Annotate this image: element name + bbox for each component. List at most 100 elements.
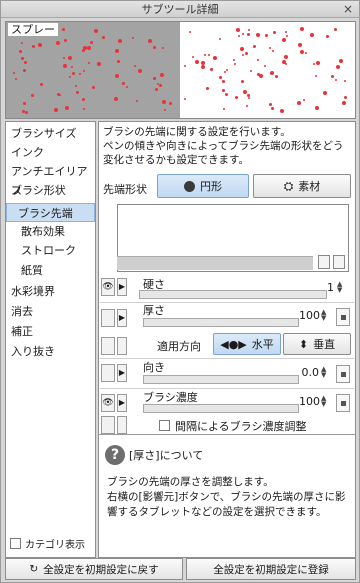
help-title: [厚さ]について: [129, 449, 204, 462]
spray-dot: [32, 45, 36, 49]
spray-dot: [69, 76, 71, 79]
spray-dot: [71, 72, 75, 76]
spray-dot: [56, 40, 61, 45]
reset-all-button[interactable]: ↻ 全設定を初期設定に戻す: [5, 558, 183, 580]
material-scrollbar[interactable]: [117, 256, 313, 270]
spray-dot: [194, 60, 199, 65]
spray-dot: [53, 108, 58, 113]
show-category-toggle[interactable]: カテゴリ表示: [10, 536, 85, 551]
help-line: 響するタブレットなどの設定を選択できます。: [107, 506, 327, 518]
spray-dot: [299, 27, 304, 32]
spray-dot: [75, 91, 79, 95]
show-category-label: カテゴリ表示: [25, 540, 85, 551]
vertical-icon: ⬍: [298, 337, 309, 351]
angle-label: 向き: [143, 361, 165, 374]
brush-density-value[interactable]: 100: [299, 395, 320, 408]
reset-icon: ↻: [29, 563, 39, 575]
spray-dot: [154, 88, 158, 92]
category-ink[interactable]: インク: [6, 143, 95, 162]
tip-circle-button[interactable]: 円形: [157, 174, 249, 198]
spray-dot: [20, 56, 24, 60]
expand-arrow-icon[interactable]: ▶: [117, 278, 127, 296]
angle-slider[interactable]: [143, 375, 299, 384]
spray-dot: [116, 59, 120, 63]
spray-dot: [280, 108, 285, 113]
close-icon[interactable]: ×: [343, 1, 353, 18]
spray-dot: [241, 33, 244, 36]
tip-material-button[interactable]: ⛭ 素材: [253, 174, 351, 198]
preview-gray-area: [6, 22, 180, 118]
category-spray-effect[interactable]: 散布効果: [6, 222, 95, 241]
title-bar[interactable]: サブツール詳細 ×: [1, 1, 359, 18]
category-stroke[interactable]: ストローク: [6, 241, 95, 260]
category-erase[interactable]: 消去: [6, 302, 95, 321]
hardness-slider[interactable]: [139, 290, 327, 299]
spray-dot: [158, 84, 162, 88]
thickness-influence-button[interactable]: [336, 308, 350, 326]
spray-dot: [131, 37, 134, 40]
spray-dot: [63, 63, 68, 68]
interval-density-label[interactable]: 間隔によるブラシ濃度調整: [175, 418, 306, 434]
vertical-button[interactable]: ⬍ 垂直: [283, 333, 351, 355]
spray-dot: [114, 49, 119, 54]
spray-dot: [18, 50, 22, 54]
thickness-spinner[interactable]: ▲ ▼: [321, 309, 326, 322]
spray-dot: [168, 102, 172, 106]
horizontal-button[interactable]: ◀●▶ 水平: [213, 333, 281, 355]
spray-dot: [314, 106, 319, 111]
spray-dot: [226, 68, 229, 71]
spray-dot: [209, 67, 213, 71]
category-brush-size[interactable]: ブラシサイズ: [6, 124, 95, 143]
add-material-icon[interactable]: [318, 255, 330, 269]
brush-density-spinner[interactable]: ▲ ▼: [321, 395, 326, 408]
angle-value[interactable]: 0.0: [299, 366, 320, 379]
thickness-value[interactable]: 100: [299, 309, 320, 322]
show-category-checkbox[interactable]: [10, 538, 21, 549]
spray-dot: [91, 86, 95, 90]
angle-influence-button[interactable]: [336, 365, 350, 383]
spray-dot: [162, 99, 166, 104]
spray-dot: [37, 43, 42, 48]
spray-dot: [297, 43, 302, 48]
brush-density-slider[interactable]: [143, 404, 299, 413]
direction-eye-slot[interactable]: [101, 364, 115, 382]
brush-density-influence-button[interactable]: [336, 394, 350, 412]
expand-arrow-icon[interactable]: ▶: [117, 309, 127, 327]
spray-dot: [249, 69, 252, 72]
spray-dot: [213, 55, 218, 60]
divider: [100, 388, 354, 389]
divider: [100, 302, 354, 303]
spray-dot: [192, 56, 195, 59]
category-brush-shape[interactable]: ブラシ形状: [6, 181, 95, 200]
spray-dot: [256, 73, 260, 77]
expand-arrow-icon[interactable]: ▶: [117, 394, 127, 412]
spray-dot: [134, 64, 137, 67]
thickness-slider[interactable]: [143, 318, 299, 327]
category-anti-aliasing[interactable]: アンチエイリアス: [6, 162, 95, 197]
interval-density-checkbox[interactable]: [159, 420, 170, 431]
eye-icon[interactable]: 👁: [101, 394, 115, 412]
category-correction[interactable]: 補正: [6, 322, 95, 341]
spray-dot: [24, 111, 28, 115]
category-starting-ending[interactable]: 入り抜き: [6, 342, 95, 361]
expand-arrow-icon[interactable]: ▶: [117, 364, 127, 382]
hardness-value[interactable]: 1: [314, 281, 334, 294]
spray-dot: [335, 64, 340, 69]
category-paper-texture[interactable]: 紙質: [6, 261, 95, 280]
spray-dot: [233, 59, 236, 62]
interval-eye-slot: [101, 416, 115, 434]
eye-icon[interactable]: 👁: [101, 278, 115, 296]
register-all-button[interactable]: 全設定を初期設定に登録: [186, 558, 356, 580]
thickness-eye-slot[interactable]: [101, 309, 115, 327]
category-watercolor-edge[interactable]: 水彩境界: [6, 282, 95, 301]
hardness-spinner[interactable]: ▲ ▼: [337, 281, 342, 294]
category-brush-tip[interactable]: ブラシ先端: [6, 203, 95, 222]
trash-icon[interactable]: [333, 255, 345, 269]
spray-dot: [14, 77, 17, 80]
spray-dot: [256, 33, 261, 38]
spray-dot: [323, 90, 328, 95]
spray-dot: [200, 64, 205, 69]
panel-description: ブラシの先端に関する設定を行います。 ペンの傾きや向きによってブラシ先端の形状を…: [103, 125, 353, 167]
angle-spinner[interactable]: ▲ ▼: [321, 366, 326, 379]
spray-dot: [87, 46, 92, 51]
